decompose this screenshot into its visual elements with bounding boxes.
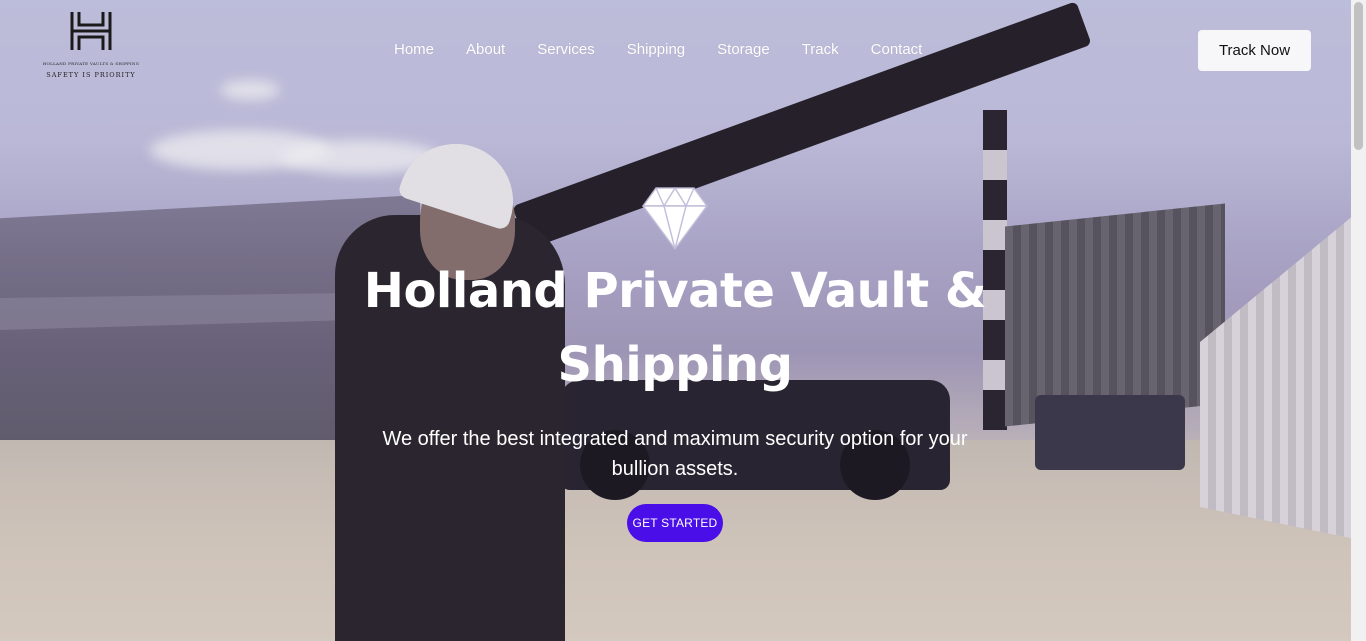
nav-item-track[interactable]: Track [802, 40, 839, 60]
nav-item-contact[interactable]: Contact [871, 40, 923, 60]
nav-item-shipping[interactable]: Shipping [627, 40, 685, 60]
nav-item-storage[interactable]: Storage [717, 40, 770, 60]
h-logo-icon [69, 10, 113, 52]
nav-item-about[interactable]: About [466, 40, 505, 60]
nav-item-home[interactable]: Home [394, 40, 434, 60]
brand-tagline: SAFETY IS PRIORITY [46, 71, 136, 79]
scrollbar-thumb[interactable] [1354, 2, 1363, 150]
get-started-button[interactable]: GET STARTED [627, 504, 723, 542]
track-now-button[interactable]: Track Now [1198, 30, 1311, 71]
hero-title: Holland Private Vault & Shipping [363, 263, 987, 393]
diamond-icon [642, 186, 708, 250]
main-nav: Home About Services Shipping Storage Tra… [394, 40, 922, 60]
brand-logo[interactable]: HOLLAND PRIVATE VAULTS & SHIPPING SAFETY… [42, 10, 140, 86]
nav-item-services[interactable]: Services [537, 40, 595, 60]
page-scrollbar[interactable] [1351, 0, 1366, 641]
hero-subtitle: We offer the best integrated and maximum… [382, 428, 968, 480]
brand-name-small: HOLLAND PRIVATE VAULTS & SHIPPING [42, 61, 140, 66]
